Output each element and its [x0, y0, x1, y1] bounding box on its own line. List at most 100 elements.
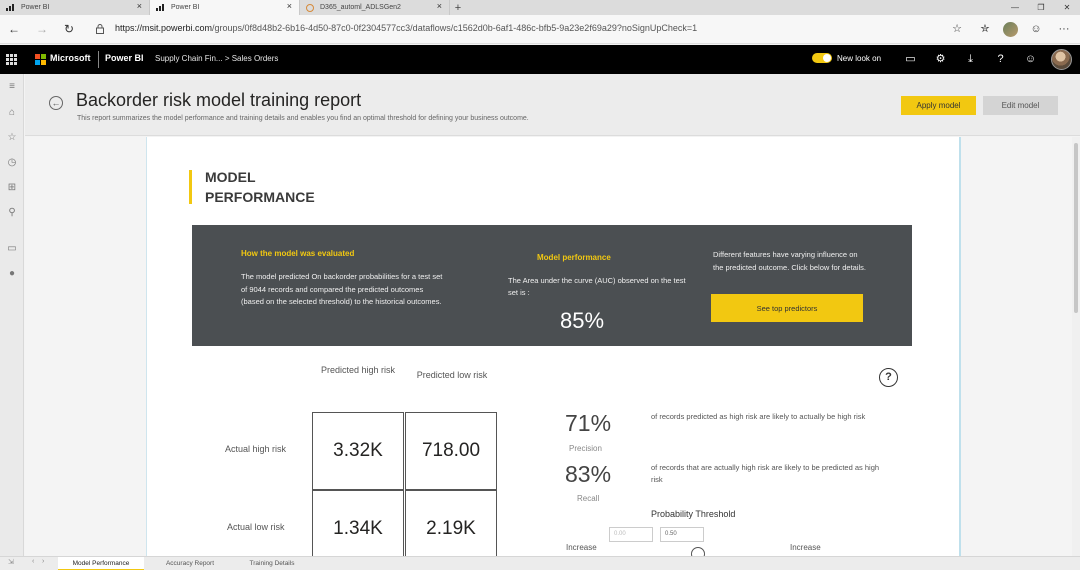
threshold-min-input[interactable]: 0.00 — [609, 527, 653, 542]
browser-profile-avatar[interactable] — [1003, 22, 1018, 37]
browser-tab-label: D365_automl_ADLSGen2 — [320, 4, 401, 11]
powerbi-home-link[interactable]: Power BI — [105, 53, 144, 63]
section-title: MODEL PERFORMANCE — [205, 167, 365, 207]
lock-icon — [96, 24, 104, 34]
microsoft-logo-icon — [35, 54, 46, 65]
notifications-icon[interactable]: ▭ — [900, 51, 921, 68]
report-header: ← Backorder risk model training report T… — [25, 74, 1080, 136]
microsoft-brand[interactable]: Microsoft — [50, 53, 91, 63]
favorites-star-icon[interactable]: ☆ — [5, 131, 19, 145]
powerbi-favicon-icon — [156, 4, 165, 11]
back-arrow-icon[interactable]: ← — [6, 21, 22, 37]
feedback-smiley-icon[interactable]: ☺ — [1020, 51, 1041, 68]
collapse-pages-icon[interactable]: ⇲ — [8, 558, 14, 566]
tab-accuracy-report[interactable]: Accuracy Report — [150, 557, 230, 570]
threshold-value-input[interactable]: 0.50 — [660, 527, 704, 542]
new-look-label: New look on — [837, 53, 882, 63]
precision-value: 71% — [565, 410, 612, 436]
matrix-cell-false-positive: 1.34K — [312, 490, 404, 556]
see-top-predictors-button[interactable]: See top predictors — [711, 294, 863, 322]
recall-value: 83% — [565, 461, 612, 487]
breadcrumb[interactable]: Supply Chain Fin... > Sales Orders — [155, 54, 278, 63]
hamburger-menu-icon[interactable]: ≡ — [5, 80, 19, 94]
probability-threshold-title: Probability Threshold — [651, 509, 736, 519]
download-icon[interactable]: ⤓ — [960, 51, 981, 68]
back-circle-icon[interactable]: ← — [49, 96, 63, 110]
predicted-high-risk-header: Predicted high risk — [320, 365, 396, 375]
next-page-icon[interactable]: › — [42, 558, 44, 565]
previous-page-icon[interactable]: ‹ — [32, 558, 34, 565]
window-controls: — ❐ ✕ — [1002, 0, 1080, 15]
section-title-line: PERFORMANCE — [205, 189, 315, 205]
new-look-toggle[interactable]: New look on — [812, 53, 881, 63]
favorites-list-icon[interactable]: ✮ — [975, 21, 995, 37]
threshold-slider-handle[interactable] — [691, 547, 705, 556]
user-avatar[interactable] — [1051, 49, 1072, 70]
browser-tab-active[interactable]: Power BI × — [150, 0, 300, 15]
divider — [98, 51, 99, 68]
actual-low-risk-label: Actual low risk — [227, 522, 285, 532]
shared-with-me-icon[interactable]: ⚲ — [5, 206, 19, 220]
left-navigation: ≡ ⌂ ☆ ◷ ⊞ ⚲ ▭ ● — [0, 74, 24, 556]
matrix-cell-false-negative: 718.00 — [405, 412, 497, 490]
forward-arrow-icon[interactable]: → — [34, 21, 50, 37]
url-host: https://msit.powerbi.com — [115, 23, 213, 33]
tab-model-performance[interactable]: Model Performance — [58, 557, 144, 570]
help-question-icon[interactable]: ? — [879, 368, 898, 387]
page-tabs-bar: ⇲ ‹ › Model Performance Accuracy Report … — [0, 556, 1080, 570]
toggle-switch[interactable] — [812, 53, 832, 63]
emoji-feedback-icon[interactable]: ☺ — [1026, 21, 1046, 37]
performance-heading: Model performance — [537, 253, 611, 262]
evaluation-heading: How the model was evaluated — [241, 249, 355, 258]
apps-icon[interactable]: ⊞ — [5, 181, 19, 195]
close-tab-icon[interactable]: × — [437, 1, 442, 11]
increase-right-label: Increase — [790, 543, 821, 552]
powerbi-header-bar: Microsoft Power BI Supply Chain Fin... >… — [0, 45, 1080, 74]
scrollbar-thumb[interactable] — [1074, 143, 1078, 313]
increase-left-label: Increase — [566, 543, 597, 552]
url-field[interactable]: https://msit.powerbi.com/groups/0f8d48b2… — [115, 23, 697, 33]
report-title: Backorder risk model training report — [76, 90, 362, 110]
recall-description: of records that are actually high risk a… — [651, 463, 880, 484]
tab-training-details[interactable]: Training Details — [234, 557, 310, 570]
current-workspace-icon[interactable]: ● — [5, 267, 19, 281]
close-tab-icon[interactable]: × — [287, 1, 292, 11]
more-menu-icon[interactable]: ··· — [1054, 21, 1074, 37]
matrix-cell-true-positive: 3.32K — [312, 412, 404, 490]
close-tab-icon[interactable]: × — [137, 1, 142, 11]
favorite-star-icon[interactable]: ☆ — [947, 21, 967, 37]
header-actions: ▭ ⚙ ⤓ ? ☺ — [900, 51, 1041, 68]
browser-tab[interactable]: Power BI × — [0, 0, 150, 15]
restore-icon[interactable]: ❐ — [1028, 0, 1054, 15]
help-icon[interactable]: ? — [990, 51, 1011, 68]
close-window-icon[interactable]: ✕ — [1054, 0, 1080, 15]
storage-favicon-icon — [306, 3, 314, 12]
apply-model-button[interactable]: Apply model — [901, 96, 976, 115]
settings-gear-icon[interactable]: ⚙ — [930, 51, 951, 68]
browser-tab[interactable]: D365_automl_ADLSGen2 × — [300, 0, 450, 15]
predictors-text: Different features have varying influenc… — [713, 250, 866, 272]
precision-label: Precision — [569, 444, 602, 453]
browser-address-bar: ← → ↻ https://msit.powerbi.com/groups/0f… — [0, 15, 1080, 44]
workspaces-icon[interactable]: ▭ — [5, 242, 19, 256]
app-launcher-icon[interactable] — [6, 54, 17, 65]
evaluation-text: The model predicted On backorder probabi… — [241, 272, 443, 306]
evaluation-summary-panel: How the model was evaluated The model pr… — [192, 225, 912, 346]
performance-text: The Area under the curve (AUC) observed … — [508, 276, 686, 297]
browser-toolbar: ☆ ✮ ☺ ··· — [947, 21, 1074, 37]
browser-tab-label: Power BI — [21, 4, 50, 11]
report-subtitle: This report summarizes the model perform… — [77, 115, 529, 122]
predicted-low-risk-header: Predicted low risk — [416, 370, 488, 380]
home-icon[interactable]: ⌂ — [5, 106, 19, 120]
recall-label: Recall — [577, 494, 600, 503]
section-title-line: MODEL — [205, 169, 256, 185]
recent-clock-icon[interactable]: ◷ — [5, 156, 19, 170]
edit-model-button[interactable]: Edit model — [983, 96, 1058, 115]
browser-tab-strip: Power BI × Power BI × D365_automl_ADLSGe… — [0, 0, 1080, 15]
auc-value: 85% — [560, 308, 605, 333]
url-path: /groups/0f8d48b2-6b16-4d50-87c0-0f230457… — [212, 23, 698, 33]
vertical-scrollbar[interactable] — [1072, 137, 1080, 556]
new-tab-button[interactable]: + — [450, 0, 466, 15]
refresh-icon[interactable]: ↻ — [61, 21, 77, 37]
minimize-icon[interactable]: — — [1002, 0, 1028, 15]
